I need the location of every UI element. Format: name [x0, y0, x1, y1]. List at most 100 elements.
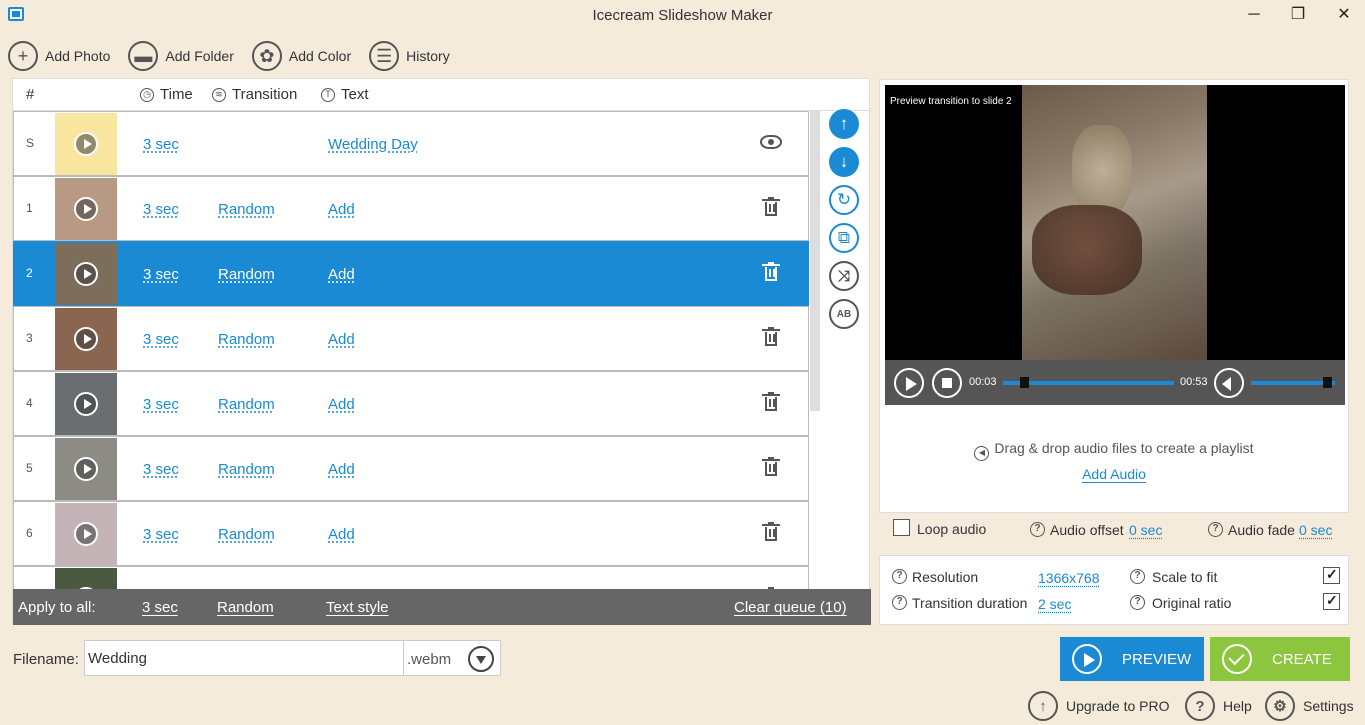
- history-button[interactable]: ☰ History: [369, 41, 450, 71]
- slide-row[interactable]: 5 3 sec Random Add: [13, 436, 809, 501]
- slide-thumbnail[interactable]: [55, 373, 117, 435]
- slide-row[interactable]: S 3 sec Wedding Day: [13, 111, 809, 176]
- chevron-down-icon[interactable]: [468, 646, 494, 672]
- help-icon[interactable]: ?: [892, 569, 907, 584]
- slide-transition-link[interactable]: Random: [218, 461, 275, 478]
- add-color-button[interactable]: ✿ Add Color: [251, 41, 351, 71]
- slide-text-link[interactable]: Add: [328, 331, 355, 348]
- seek-handle[interactable]: [1019, 377, 1029, 388]
- slide-transition-link[interactable]: Random: [218, 396, 275, 413]
- play-icon[interactable]: [74, 262, 98, 286]
- slide-text-link[interactable]: Add: [328, 201, 355, 218]
- apply-transition-link[interactable]: Random: [217, 599, 274, 616]
- add-photo-button[interactable]: + Add Photo: [8, 41, 110, 71]
- slide-transition-link[interactable]: Random: [218, 266, 275, 283]
- slide-time-link[interactable]: 3 sec: [143, 201, 179, 218]
- preview-button[interactable]: PREVIEW: [1060, 637, 1204, 681]
- trash-icon[interactable]: [762, 392, 780, 411]
- play-icon[interactable]: [74, 132, 98, 156]
- add-folder-button[interactable]: ▬ Add Folder: [128, 41, 234, 71]
- slide-text-link[interactable]: Add: [328, 396, 355, 413]
- trash-icon[interactable]: [762, 457, 780, 476]
- slide-list-scrollbar[interactable]: [810, 111, 820, 411]
- help-button[interactable]: ? Help: [1185, 691, 1252, 721]
- create-button[interactable]: CREATE: [1210, 637, 1350, 681]
- slide-text-link[interactable]: Wedding Day: [328, 136, 418, 153]
- audio-fade-link[interactable]: 0 sec: [1299, 522, 1332, 538]
- slide-time-link[interactable]: 3 sec: [143, 331, 179, 348]
- col-transition-header[interactable]: ≋ Transition: [212, 86, 297, 103]
- slide-thumbnail[interactable]: [55, 308, 117, 370]
- slide-row[interactable]: 4 3 sec Random Add: [13, 371, 809, 436]
- slide-text-link[interactable]: Add: [328, 526, 355, 543]
- slide-time-link[interactable]: 3 sec: [143, 266, 179, 283]
- play-icon[interactable]: [74, 522, 98, 546]
- trash-icon[interactable]: [762, 197, 780, 216]
- slide-transition-link[interactable]: Random: [218, 331, 275, 348]
- slide-transition-link[interactable]: Random: [218, 526, 275, 543]
- slide-row[interactable]: 2 3 sec Random Add: [13, 241, 809, 306]
- slide-row[interactable]: 3 3 sec Random Add: [13, 306, 809, 371]
- help-icon[interactable]: ?: [1130, 569, 1145, 584]
- slide-thumbnail[interactable]: [55, 243, 117, 305]
- clear-queue-link[interactable]: Clear queue (10): [734, 599, 847, 616]
- close-button[interactable]: ✕: [1330, 4, 1358, 26]
- slide-time-link[interactable]: 3 sec: [143, 396, 179, 413]
- play-icon[interactable]: [74, 457, 98, 481]
- audio-drop-zone[interactable]: ◀ Drag & drop audio files to create a pla…: [880, 440, 1348, 461]
- add-audio-link[interactable]: Add Audio: [880, 466, 1348, 482]
- play-icon[interactable]: [894, 368, 924, 398]
- trash-icon[interactable]: [762, 327, 780, 346]
- play-icon[interactable]: [74, 392, 98, 416]
- original-ratio-checkbox[interactable]: [1323, 592, 1340, 610]
- help-icon[interactable]: ?: [892, 595, 907, 610]
- text-style-link[interactable]: Text style: [326, 599, 389, 616]
- slide-text-link[interactable]: Add: [328, 461, 355, 478]
- slide-row[interactable]: [13, 566, 809, 589]
- slide-thumbnail[interactable]: [55, 113, 117, 175]
- loop-audio-checkbox[interactable]: [893, 519, 910, 536]
- trash-icon[interactable]: [762, 522, 780, 541]
- sort-alphabetically-icon[interactable]: AB: [829, 299, 859, 329]
- seek-bar[interactable]: [1003, 381, 1174, 385]
- help-icon[interactable]: ?: [1208, 522, 1223, 537]
- help-icon[interactable]: ?: [1130, 595, 1145, 610]
- slide-thumbnail[interactable]: [55, 178, 117, 240]
- transition-duration-link[interactable]: 2 sec: [1038, 596, 1071, 612]
- stop-icon[interactable]: [932, 368, 962, 398]
- maximize-button[interactable]: ❐: [1284, 4, 1312, 26]
- volume-icon[interactable]: [1214, 368, 1244, 398]
- trash-icon[interactable]: [762, 262, 780, 281]
- resolution-link[interactable]: 1366x768: [1038, 570, 1100, 586]
- rotate-icon[interactable]: ↻: [829, 185, 859, 215]
- apply-time-link[interactable]: 3 sec: [142, 599, 178, 616]
- upgrade-button[interactable]: ↑ Upgrade to PRO: [1028, 691, 1170, 721]
- slide-time-link[interactable]: 3 sec: [143, 461, 179, 478]
- scale-to-fit-checkbox[interactable]: [1323, 566, 1340, 584]
- play-icon[interactable]: [74, 327, 98, 351]
- play-icon[interactable]: [74, 197, 98, 221]
- slide-thumbnail[interactable]: [55, 438, 117, 500]
- audio-offset-link[interactable]: 0 sec: [1129, 522, 1162, 538]
- slide-thumbnail[interactable]: [55, 503, 117, 565]
- slide-text-link[interactable]: Add: [328, 266, 355, 283]
- move-down-icon[interactable]: ↓: [829, 147, 859, 177]
- settings-button[interactable]: ⚙ Settings: [1265, 691, 1354, 721]
- duplicate-icon[interactable]: ⧉: [829, 223, 859, 253]
- slide-time-link[interactable]: 3 sec: [143, 526, 179, 543]
- slide-thumbnail[interactable]: [55, 568, 117, 589]
- filename-input[interactable]: [84, 640, 404, 676]
- slide-row[interactable]: 6 3 sec Random Add: [13, 501, 809, 566]
- slide-transition-link[interactable]: Random: [218, 201, 275, 218]
- video-player[interactable]: Preview transition to slide 2 00:03 00:5…: [885, 85, 1345, 405]
- col-text-header[interactable]: T Text: [321, 86, 369, 103]
- minimize-button[interactable]: ─: [1240, 4, 1268, 26]
- shuffle-icon[interactable]: ⤨: [829, 261, 859, 291]
- eye-icon[interactable]: [760, 135, 782, 149]
- volume-handle[interactable]: [1322, 377, 1332, 388]
- move-up-icon[interactable]: ↑: [829, 109, 859, 139]
- help-icon[interactable]: ?: [1030, 522, 1045, 537]
- format-select[interactable]: .webm: [403, 640, 501, 676]
- slide-time-link[interactable]: 3 sec: [143, 136, 179, 153]
- col-time-header[interactable]: ◷ Time: [140, 86, 193, 103]
